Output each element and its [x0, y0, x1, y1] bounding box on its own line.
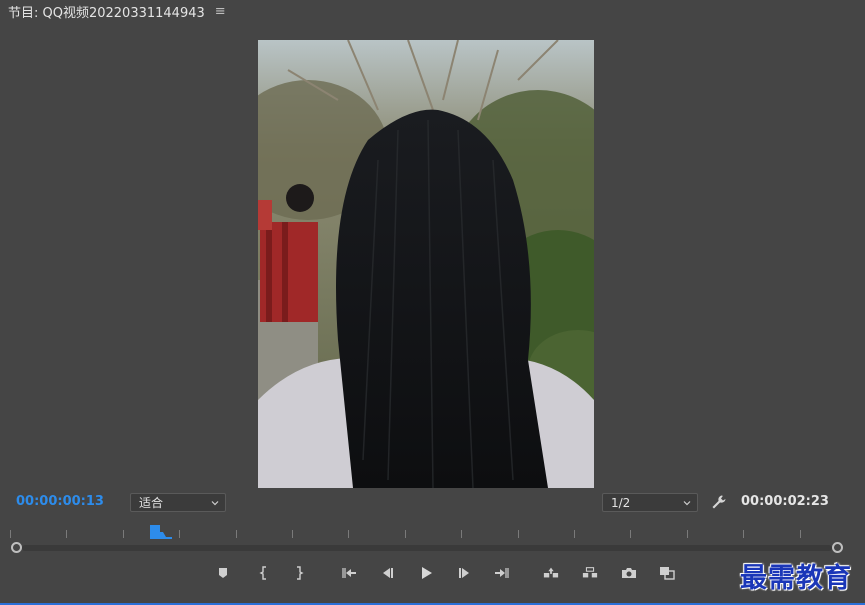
- watermark-logo: 最需教育: [740, 563, 852, 594]
- panel-title[interactable]: 节目: QQ视频20220331144943: [8, 2, 205, 21]
- video-frame-image: [258, 40, 594, 488]
- zoom-scrollbar-left-handle[interactable]: [11, 542, 22, 553]
- export-frame-icon: [622, 568, 636, 578]
- video-preview: [258, 40, 594, 488]
- zoom-level-select[interactable]: 适合: [130, 493, 226, 512]
- go-to-in-button[interactable]: [339, 563, 359, 583]
- step-back-icon: [383, 568, 393, 578]
- mark-in-icon: [259, 566, 266, 580]
- wrench-icon[interactable]: [711, 494, 727, 510]
- step-forward-button[interactable]: [455, 563, 475, 583]
- time-ruler[interactable]: [8, 524, 838, 538]
- extract-icon: [582, 567, 598, 578]
- mark-out-button[interactable]: [289, 563, 309, 583]
- zoom-scrollbar-right-handle[interactable]: [832, 542, 843, 553]
- chevron-down-icon: [683, 500, 691, 505]
- transport-controls: [0, 563, 865, 585]
- play-icon: [422, 567, 432, 579]
- go-to-out-icon: [495, 568, 509, 578]
- duration-timecode: 00:00:02:23: [741, 494, 829, 509]
- current-timecode[interactable]: 00:00:00:13: [16, 494, 104, 509]
- zoom-scrollbar-track[interactable]: [22, 545, 832, 551]
- playhead-marker[interactable]: [150, 525, 172, 539]
- program-monitor-panel: 节目: QQ视频20220331144943 ≡ 00:00:00:13 适合 …: [0, 0, 865, 605]
- playback-resolution-value: 1/2: [611, 495, 631, 510]
- playback-resolution-select[interactable]: 1/2: [602, 493, 698, 512]
- mark-in-button[interactable]: [254, 563, 274, 583]
- panel-menu-icon[interactable]: ≡: [215, 4, 226, 19]
- extract-button[interactable]: [580, 563, 600, 583]
- export-frame-button[interactable]: [619, 563, 639, 583]
- lift-icon: [543, 567, 559, 578]
- mark-out-icon: [297, 566, 304, 580]
- comparison-view-button[interactable]: [657, 563, 677, 583]
- step-forward-icon: [459, 568, 469, 578]
- comparison-view-icon: [660, 567, 675, 580]
- lift-button[interactable]: [541, 563, 561, 583]
- go-to-in-icon: [342, 568, 356, 578]
- zoom-scrollbar[interactable]: [11, 542, 843, 553]
- add-marker-button[interactable]: [213, 563, 233, 583]
- step-back-button[interactable]: [377, 563, 397, 583]
- play-button[interactable]: [416, 563, 436, 583]
- chevron-down-icon: [211, 500, 219, 505]
- add-marker-icon: [219, 568, 227, 578]
- go-to-out-button[interactable]: [492, 563, 512, 583]
- panel-titlebar: 节目: QQ视频20220331144943 ≡: [0, 0, 865, 22]
- zoom-level-value: 适合: [139, 496, 164, 510]
